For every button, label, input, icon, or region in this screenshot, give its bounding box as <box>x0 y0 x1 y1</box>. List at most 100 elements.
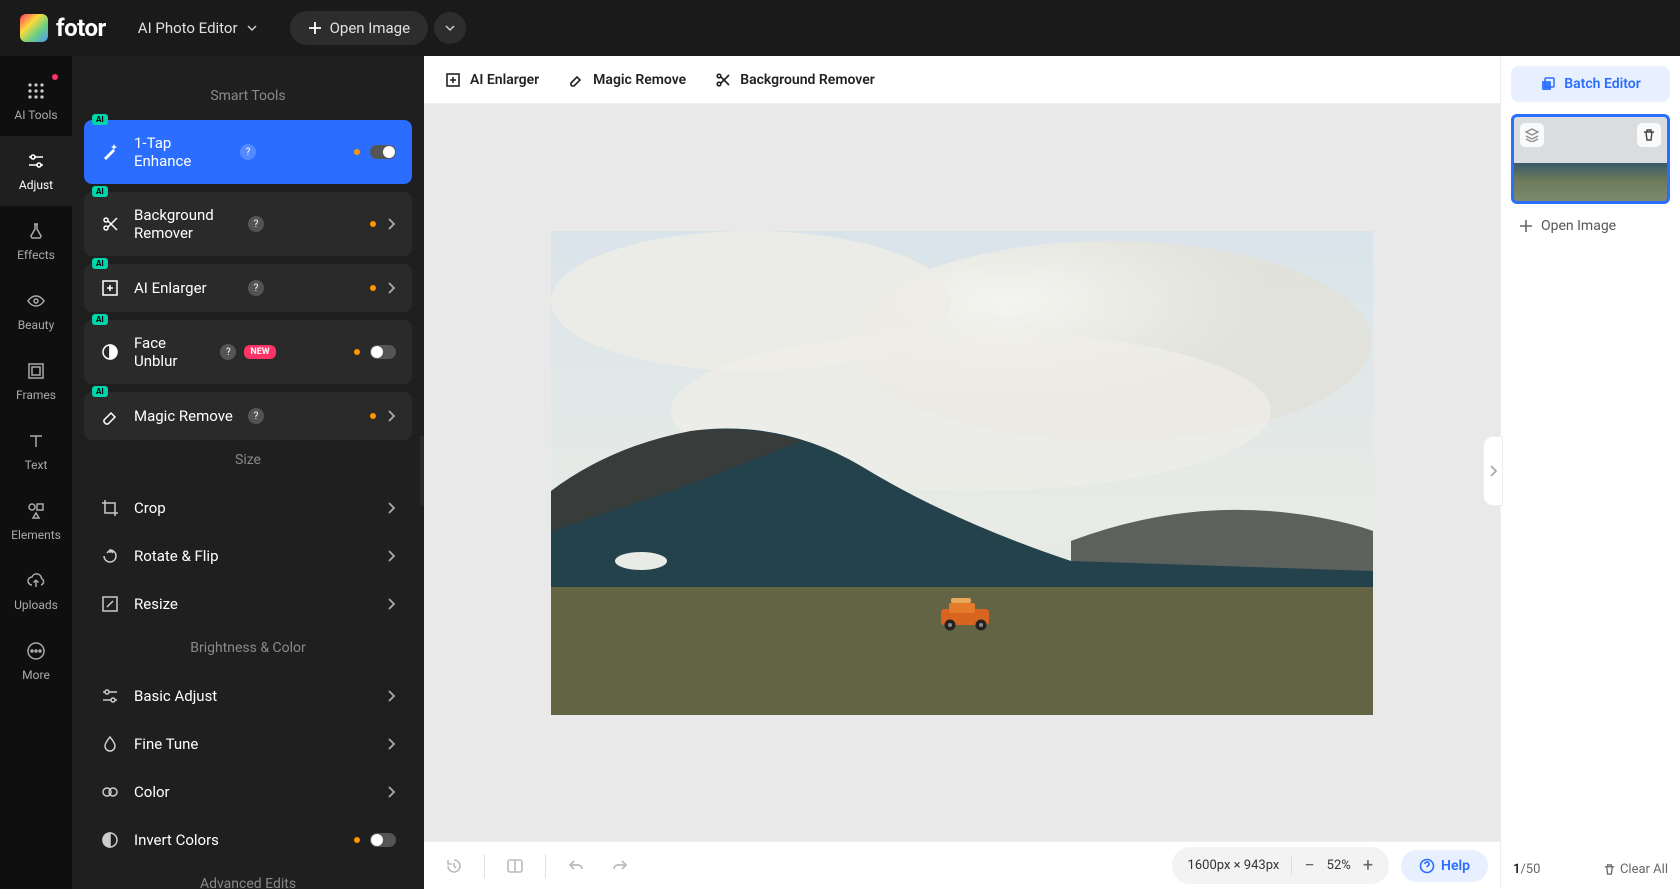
right-panel-footer: 1/50 Clear All <box>1511 856 1670 879</box>
chevron-down-icon <box>444 22 456 34</box>
eraser-icon <box>567 71 585 89</box>
help-icon[interactable]: ? <box>248 280 264 296</box>
scissors-icon <box>714 71 732 89</box>
image-thumbnail[interactable] <box>1511 114 1670 204</box>
undo-icon <box>567 857 585 875</box>
tool-label: Magic Remove <box>134 407 240 425</box>
nav-item-frames[interactable]: Frames <box>0 346 72 416</box>
chevron-right-icon <box>386 217 396 231</box>
nav-label: Uploads <box>14 598 58 612</box>
tool-background-remover[interactable]: AI Background Remover ? <box>84 192 412 256</box>
chevron-down-icon <box>246 22 258 34</box>
collapse-panel-button[interactable] <box>420 436 424 506</box>
delete-thumbnail-button[interactable] <box>1637 123 1661 147</box>
tool-crop[interactable]: Crop <box>84 484 412 532</box>
invert-icon <box>100 830 120 850</box>
canvas-tool-magic-remove[interactable]: Magic Remove <box>567 71 686 89</box>
toggle-switch[interactable] <box>370 145 396 159</box>
batch-editor-button[interactable]: Batch Editor <box>1511 66 1670 102</box>
mode-selector[interactable]: AI Photo Editor <box>126 11 270 45</box>
canvas-footer: 1600px × 943px − 52% + Help <box>424 841 1500 889</box>
zoom-out-button[interactable]: − <box>1304 855 1314 876</box>
canvas-tool-ai-enlarger[interactable]: AI Enlarger <box>444 71 539 89</box>
help-icon[interactable]: ? <box>248 216 264 232</box>
help-icon[interactable]: ? <box>220 344 236 360</box>
shapes-icon <box>25 500 47 522</box>
sliders-icon <box>25 150 47 172</box>
history-button[interactable] <box>436 848 472 884</box>
open-image-right-label: Open Image <box>1541 218 1616 234</box>
batch-editor-label: Batch Editor <box>1564 76 1640 92</box>
open-image-label: Open Image <box>330 19 410 37</box>
nav-item-beauty[interactable]: Beauty <box>0 276 72 346</box>
tool-color[interactable]: Color <box>84 768 412 816</box>
help-icon[interactable]: ? <box>248 408 264 424</box>
nav-item-text[interactable]: Text <box>0 416 72 486</box>
help-icon[interactable]: ? <box>240 144 256 160</box>
scissors-icon <box>100 214 120 234</box>
nav-item-effects[interactable]: Effects <box>0 206 72 276</box>
tool-basic-adjust[interactable]: Basic Adjust <box>84 672 412 720</box>
canvas-tool-background-remover[interactable]: Background Remover <box>714 71 875 89</box>
brand-name: fotor <box>56 14 106 42</box>
nav-item-ai-tools[interactable]: AI Tools <box>0 66 72 136</box>
tool-label: Background Remover <box>134 206 240 242</box>
text-icon <box>25 430 47 452</box>
section-title-brightness-color: Brightness & Color <box>84 640 412 656</box>
canvas-toolbar: AI Enlarger Magic Remove Background Remo… <box>424 56 1500 104</box>
layers-button[interactable] <box>1520 123 1544 147</box>
nav-item-more[interactable]: More <box>0 626 72 696</box>
tool-rotate-flip[interactable]: Rotate & Flip <box>84 532 412 580</box>
pro-dot-icon <box>370 221 376 227</box>
expand-panel-button[interactable] <box>1483 436 1503 506</box>
nav-rail: AI Tools Adjust Effects Beauty Frames Te… <box>0 56 72 889</box>
tool-face-unblur[interactable]: AI Face Unblur ? NEW <box>84 320 412 384</box>
wand-icon <box>100 142 120 162</box>
nav-item-adjust[interactable]: Adjust <box>0 136 72 206</box>
section-title-smart-tools: Smart Tools <box>84 88 412 104</box>
tool-label: 1-Tap Enhance <box>134 134 232 170</box>
open-image-button[interactable]: Open Image <box>290 11 428 45</box>
layers-icon <box>1525 128 1539 142</box>
tool-label: AI Enlarger <box>134 279 240 297</box>
flask-icon <box>25 220 47 242</box>
tool-ai-enlarger[interactable]: AI AI Enlarger ? <box>84 264 412 312</box>
undo-button[interactable] <box>558 848 594 884</box>
pro-dot-icon <box>354 349 360 355</box>
nav-item-elements[interactable]: Elements <box>0 486 72 556</box>
pro-dot-icon <box>370 285 376 291</box>
nav-item-uploads[interactable]: Uploads <box>0 556 72 626</box>
nav-label: Effects <box>17 248 55 262</box>
brand-logo[interactable]: fotor <box>20 14 106 42</box>
tool-resize[interactable]: Resize <box>84 580 412 628</box>
tool-invert-colors[interactable]: Invert Colors <box>84 816 412 864</box>
zoom-control: 1600px × 943px − 52% + <box>1172 847 1390 884</box>
open-image-options-button[interactable] <box>434 12 466 44</box>
divider <box>484 854 485 878</box>
toggle-switch[interactable] <box>370 833 396 847</box>
chevron-right-icon <box>386 689 396 703</box>
compare-button[interactable] <box>497 848 533 884</box>
canvas-main[interactable] <box>424 104 1500 841</box>
help-button[interactable]: Help <box>1401 850 1488 882</box>
toggle-switch[interactable] <box>370 345 396 359</box>
redo-button[interactable] <box>602 848 638 884</box>
section-title-size: Size <box>84 452 412 468</box>
clear-all-button[interactable]: Clear All <box>1603 862 1668 877</box>
chevron-right-icon <box>386 597 396 611</box>
chevron-right-icon <box>386 549 396 563</box>
chevron-right-icon <box>1488 464 1498 478</box>
chevron-right-icon <box>386 785 396 799</box>
tool-magic-remove[interactable]: AI Magic Remove ? <box>84 392 412 440</box>
tool-label: Color <box>134 783 386 801</box>
zoom-in-button[interactable]: + <box>1363 855 1373 876</box>
tool-one-tap-enhance[interactable]: AI 1-Tap Enhance ? <box>84 120 412 184</box>
open-image-right-button[interactable]: Open Image <box>1511 204 1670 248</box>
tool-fine-tune[interactable]: Fine Tune <box>84 720 412 768</box>
canvas-image[interactable] <box>551 231 1373 715</box>
zoom-label: 52% <box>1327 858 1351 873</box>
pro-dot-icon <box>370 413 376 419</box>
pro-dot-icon <box>354 149 360 155</box>
more-icon <box>25 640 47 662</box>
upload-cloud-icon <box>25 570 47 592</box>
